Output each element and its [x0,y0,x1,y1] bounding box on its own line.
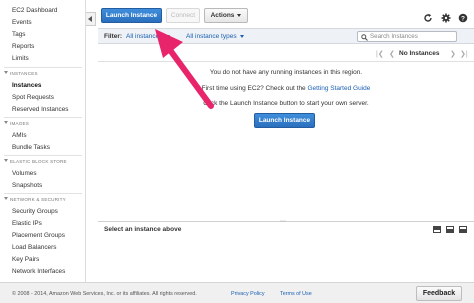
refresh-icon[interactable] [422,12,434,24]
sidebar-divider [4,155,82,156]
first-page-icon[interactable]: |❮ [376,50,384,58]
next-page-icon[interactable]: ❯ [450,50,456,58]
actions-label: Actions [210,12,235,19]
sidebar-item-volumes[interactable]: Volumes [12,170,37,178]
instance-state-filter[interactable]: All instances [126,33,170,40]
sidebar-item-network-interfaces[interactable]: Network Interfaces [12,268,65,276]
launch-hint-message: Click the Launch Instance button to star… [203,100,369,107]
section-title: NETWORK & SECURITY [10,197,66,202]
sidebar-item-snapshots[interactable]: Snapshots [12,182,42,190]
panel-maximize-icon[interactable] [433,226,441,233]
detail-panel-label: Select an instance above [104,226,182,233]
sidebar-item-load-balancers[interactable]: Load Balancers [12,244,56,252]
section-title: ELASTIC BLOCK STORE [10,159,67,164]
sidebar-item-security-groups[interactable]: Security Groups [12,208,58,216]
copyright-text: © 2008 - 2014, Amazon Web Services, Inc.… [12,291,197,297]
sidebar-item-bundle-tasks[interactable]: Bundle Tasks [12,144,50,152]
sidebar-item-reserved-instances[interactable]: Reserved Instances [12,106,68,114]
sidebar-section-instances[interactable]: INSTANCES [4,71,38,77]
sidebar-section-ebs[interactable]: ELASTIC BLOCK STORE [4,159,67,165]
drag-handle-icon[interactable]: ⋯ [280,218,287,225]
sidebar-item-limits[interactable]: Limits [12,55,29,63]
previous-page-icon[interactable]: ❮ [389,50,395,58]
connect-button[interactable]: Connect [166,8,200,23]
launch-instance-button-secondary[interactable]: Launch Instance [254,113,315,128]
feedback-button[interactable]: Feedback [416,286,462,301]
help-icon[interactable]: ? [457,12,469,24]
launch-instance-button[interactable]: Launch Instance [101,8,162,23]
getting-started-line: First time using EC2? Check out the Gett… [98,85,474,92]
panel-minimize-icon[interactable] [459,226,467,233]
sidebar-divider [4,193,82,194]
sidebar-section-images[interactable]: IMAGES [4,121,29,127]
instance-type-filter[interactable]: All instance types [186,33,244,40]
collapse-triangle-icon [4,159,8,162]
last-page-icon[interactable]: ❯| [460,50,468,58]
sidebar-section-network-security[interactable]: NETWORK & SECURITY [4,197,66,203]
search-icon [361,33,368,41]
chevron-down-icon [239,35,244,38]
sidebar-item-amis[interactable]: AMIs [12,132,27,140]
actions-button[interactable]: Actions [204,8,248,23]
no-instances-message: You do not have any running instances in… [209,69,363,76]
sidebar: EC2 Dashboard Events Tags Reports Limits… [0,0,86,282]
gear-icon[interactable] [440,12,452,24]
section-title: IMAGES [10,121,30,126]
sidebar-item-reports[interactable]: Reports [12,43,34,51]
collapse-triangle-icon [4,197,8,200]
filter-label: Filter: [104,33,123,40]
instance-type-filter-label: All instance types [186,33,237,40]
pagination-bar: |❮ ❮ No Instances ❯ ❯| [98,46,474,62]
chevron-down-icon [237,14,242,17]
sidebar-item-tags[interactable]: Tags [12,31,26,39]
sidebar-item-placement-groups[interactable]: Placement Groups [12,232,65,240]
sidebar-item-instances[interactable]: Instances [12,82,41,90]
privacy-policy-link[interactable]: Privacy Policy [231,291,265,297]
collapse-triangle-icon [4,71,8,74]
collapse-triangle-icon [4,121,8,124]
instance-state-filter-label: All instances [126,33,163,40]
sidebar-item-spot-requests[interactable]: Spot Requests [12,94,54,102]
search-box[interactable] [357,31,457,42]
sidebar-item-key-pairs[interactable]: Key Pairs [12,256,39,264]
sidebar-item-ec2-dashboard[interactable]: EC2 Dashboard [12,7,57,15]
chevron-left-icon [88,16,92,22]
sidebar-divider [4,117,82,118]
pagination-status: No Instances [399,50,440,57]
search-input[interactable] [370,32,456,41]
section-title: INSTANCES [10,71,38,76]
chevron-down-icon [165,35,170,38]
sidebar-item-events[interactable]: Events [12,19,32,27]
filter-bar: Filter: All instances All instance types [98,28,474,44]
footer: © 2008 - 2014, Amazon Web Services, Inc.… [0,282,474,303]
sidebar-item-elastic-ips[interactable]: Elastic IPs [12,220,42,228]
getting-started-prefix: First time using EC2? Check out the [201,85,306,92]
getting-started-guide-link[interactable]: Getting Started Guide [307,85,370,92]
collapse-sidebar-button[interactable] [86,12,96,26]
svg-text:?: ? [461,15,465,22]
terms-of-use-link[interactable]: Terms of Use [280,291,312,297]
panel-split-icon[interactable] [446,226,454,233]
sidebar-divider [4,67,82,68]
